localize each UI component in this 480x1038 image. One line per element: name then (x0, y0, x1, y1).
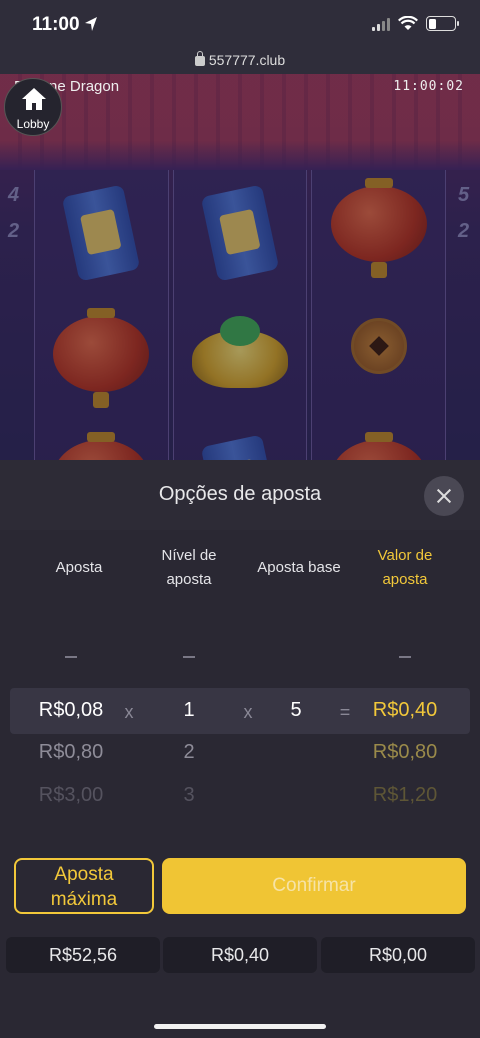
bet-value-picker-option[interactable]: R$0,80 (345, 741, 465, 764)
status-time: 11:00 (32, 14, 80, 35)
dim-overlay (0, 74, 480, 460)
home-indicator[interactable] (154, 1024, 326, 1029)
bet-value-picker-value[interactable]: R$0,40 (345, 699, 465, 722)
column-header-line: Nível de (161, 547, 217, 564)
location-arrow-icon (85, 17, 97, 31)
max-bet-label-line: Aposta (54, 864, 114, 885)
lobby-label: Lobby (16, 117, 50, 131)
bet-picker-value[interactable]: R$0,08 (11, 699, 131, 722)
lobby-button[interactable]: Lobby (4, 78, 62, 136)
url-text: 557777.club (208, 52, 286, 68)
bet-level-picker-value[interactable]: 1 (129, 699, 249, 722)
status-bar: 11:00 (0, 0, 480, 48)
bet-options-panel: Opções de aposta Aposta Nível de aposta … (0, 460, 480, 1038)
lock-icon (194, 51, 205, 66)
column-header-base-bet: Aposta base (257, 559, 341, 576)
column-header-bet-value: Valor de aposta (345, 544, 465, 592)
column-header-line: aposta (382, 571, 428, 588)
picker-separator (183, 656, 195, 658)
home-icon (22, 88, 46, 110)
close-button[interactable] (424, 476, 464, 516)
balance-display: R$52,56 (6, 937, 160, 973)
battery-icon (426, 16, 459, 31)
max-bet-button[interactable]: Aposta máxima (14, 858, 154, 914)
confirm-button[interactable]: Confirmar (162, 858, 466, 914)
bet-level-picker-option[interactable]: 2 (129, 741, 249, 764)
bet-value-picker-option[interactable]: R$1,20 (345, 784, 465, 807)
column-header-line: aposta (166, 571, 212, 588)
wifi-icon (398, 16, 418, 30)
picker-separator (399, 656, 411, 658)
bet-level-picker-option[interactable]: 3 (129, 784, 249, 807)
cellular-signal-icon (372, 17, 390, 31)
column-header-bet: Aposta (55, 559, 103, 576)
column-header-line: Valor de (377, 547, 433, 564)
picker-separator (65, 656, 77, 658)
status-indicators (372, 16, 459, 31)
bet-picker-option[interactable]: R$3,00 (11, 784, 131, 807)
game-clock: 11:00:02 (393, 79, 464, 94)
bet-picker-option[interactable]: R$0,80 (11, 741, 131, 764)
slot-game-area: 4 2 5 2 Fortune Dragon 11:00:02 Lobby (0, 74, 480, 460)
column-header-bet-level: Nível de aposta (129, 544, 249, 592)
max-bet-label-line: máxima (50, 889, 118, 910)
panel-header: Opções de aposta (0, 460, 480, 530)
panel-title: Opções de aposta (158, 483, 322, 505)
bet-display: R$0,40 (163, 937, 317, 973)
win-display: R$0,00 (321, 937, 475, 973)
browser-url-bar[interactable]: 557777.club (0, 48, 480, 74)
